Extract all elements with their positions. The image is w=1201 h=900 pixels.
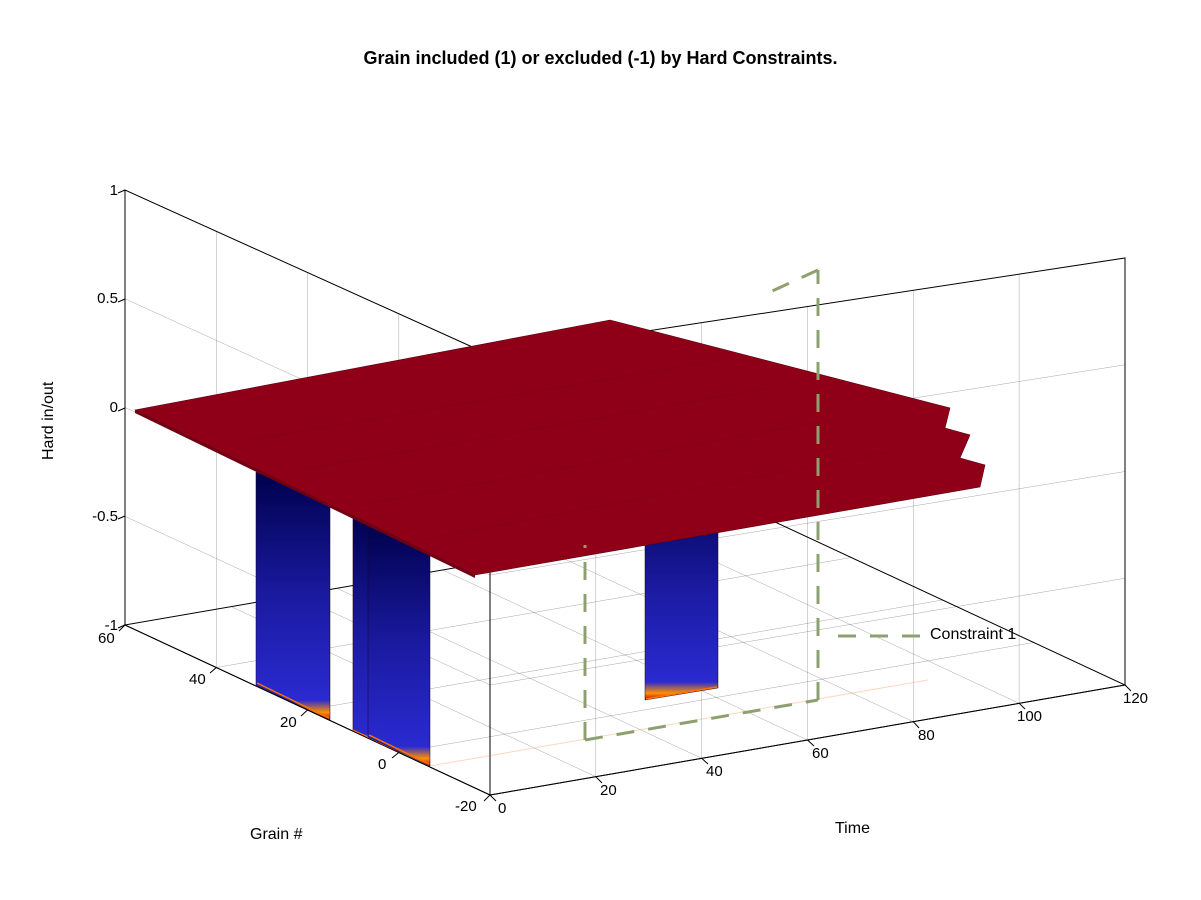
legend-item-0: Constraint 1 bbox=[930, 626, 1016, 644]
ztick-1: -0.5 bbox=[80, 508, 118, 525]
ytick-1: 0 bbox=[378, 756, 386, 773]
xtick-5: 100 bbox=[1017, 708, 1042, 725]
x-axis-label: Time bbox=[835, 820, 870, 838]
y-axis-label: Grain # bbox=[250, 826, 302, 844]
xtick-4: 80 bbox=[918, 727, 935, 744]
ytick-3: 40 bbox=[189, 671, 206, 688]
ztick-4: 1 bbox=[104, 182, 118, 199]
ztick-2: 0 bbox=[104, 399, 118, 416]
xtick-3: 60 bbox=[812, 745, 829, 762]
xtick-2: 40 bbox=[706, 763, 723, 780]
xtick-1: 20 bbox=[600, 782, 617, 799]
ytick-0: -20 bbox=[455, 798, 477, 815]
chart-svg bbox=[0, 0, 1201, 900]
xtick-0: 0 bbox=[498, 800, 506, 817]
z-axis-label: Hard in/out bbox=[40, 382, 58, 460]
plot-3d: Grain included (1) or excluded (-1) by H… bbox=[0, 0, 1201, 900]
ytick-2: 20 bbox=[280, 714, 297, 731]
slab-b-front bbox=[256, 472, 330, 720]
xtick-6: 120 bbox=[1123, 690, 1148, 707]
ztick-3: 0.5 bbox=[86, 290, 118, 307]
ytick-4: 60 bbox=[98, 630, 115, 647]
